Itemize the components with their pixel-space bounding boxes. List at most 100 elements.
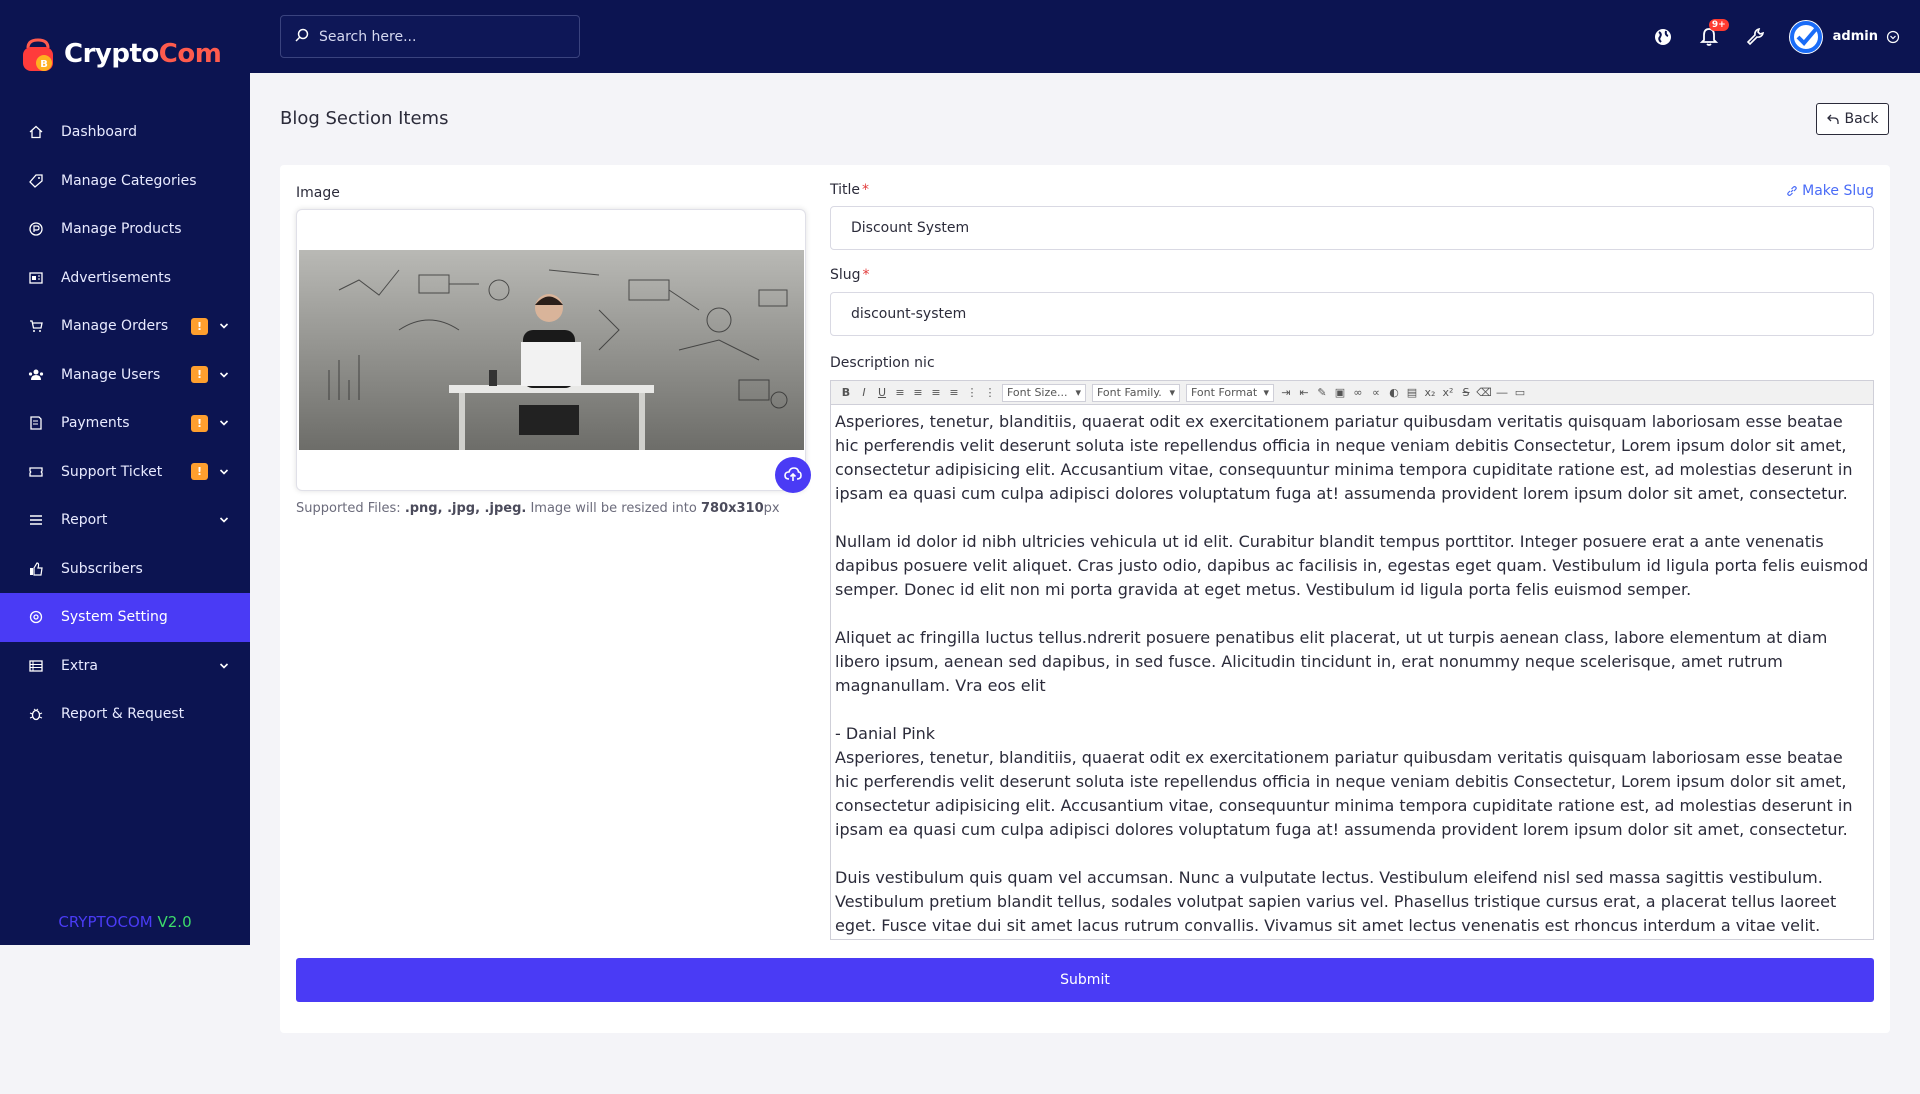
- font-family-select[interactable]: Font Family. ▾: [1092, 383, 1180, 402]
- bell-icon[interactable]: 9+: [1697, 18, 1729, 49]
- superscript-icon[interactable]: x²: [1439, 384, 1457, 402]
- sidebar-item-label: Subscribers: [61, 560, 143, 577]
- back-arrow-icon: [1826, 113, 1839, 125]
- submit-button[interactable]: Submit: [296, 958, 1874, 1002]
- sidebar-item-subscribers[interactable]: Subscribers: [0, 545, 250, 594]
- description-paragraph: Aliquet ac fringilla luctus tellus.ndrer…: [835, 628, 1828, 695]
- unordered-list-icon[interactable]: ⋮: [981, 384, 999, 402]
- sidebar-item-advertisements[interactable]: Advertisements: [0, 254, 250, 303]
- chevron-down-icon[interactable]: [218, 660, 230, 672]
- remove-format-icon[interactable]: ⌫: [1475, 384, 1493, 402]
- sidebar-nav: Dashboard Manage Categories Manage Product…: [0, 108, 250, 739]
- back-button-label: Back: [1844, 111, 1879, 127]
- bold-icon[interactable]: B: [837, 384, 855, 402]
- chevron-down-icon[interactable]: [218, 466, 230, 478]
- chevron-down-icon[interactable]: [1886, 30, 1900, 44]
- topbar: 9+ admin: [250, 0, 1920, 73]
- sidebar-item-report-and-request[interactable]: Report & Request: [0, 690, 250, 739]
- image-preview-picture: [299, 250, 804, 450]
- alert-badge: !: [191, 366, 208, 384]
- wrench-icon[interactable]: [1743, 25, 1767, 49]
- sidebar-item-label: Manage Products: [61, 221, 182, 238]
- sidebar-item-label: Support Ticket: [61, 463, 163, 480]
- image-preview[interactable]: [296, 209, 806, 491]
- color-icon[interactable]: ◐: [1385, 384, 1403, 402]
- sidebar-item-system-setting[interactable]: System Setting: [0, 593, 250, 642]
- sidebar: B CryptoCom Dashboard Manage Categories Ma…: [0, 0, 250, 945]
- upload-icon[interactable]: [775, 457, 811, 493]
- back-button[interactable]: Back: [1816, 103, 1889, 135]
- brand-name: CryptoCom: [64, 39, 222, 69]
- payment-icon: [28, 415, 44, 431]
- slug-input[interactable]: [830, 292, 1874, 336]
- description-editor[interactable]: B I U ≡ ≡ ≡ ≡ ⋮ ⋮ Font Size... ▾ Font Fam…: [830, 380, 1874, 940]
- description-label: Description nic: [830, 355, 935, 371]
- cart-icon: [28, 318, 44, 334]
- topbar-actions: 9+ admin: [1629, 0, 1900, 73]
- make-slug-link[interactable]: Make Slug: [1786, 183, 1874, 199]
- avatar[interactable]: [1788, 19, 1823, 54]
- svg-text:B: B: [40, 59, 48, 70]
- align-right-icon[interactable]: ≡: [927, 384, 945, 402]
- link-icon: [1786, 185, 1798, 197]
- font-size-select[interactable]: Font Size... ▾: [1002, 383, 1086, 402]
- font-format-select[interactable]: Font Format ▾: [1186, 383, 1274, 402]
- underline-icon[interactable]: U: [873, 384, 891, 402]
- align-justify-icon[interactable]: ≡: [945, 384, 963, 402]
- version-label: CRYPTOCOM V2.0: [58, 913, 192, 931]
- indent-icon[interactable]: ⇥: [1277, 384, 1295, 402]
- sidebar-item-dashboard[interactable]: Dashboard: [0, 108, 250, 157]
- title-label: Title *: [830, 182, 870, 198]
- edit-icon[interactable]: ✎: [1313, 384, 1331, 402]
- page-title: Blog Section Items: [280, 108, 449, 129]
- italic-icon[interactable]: I: [855, 384, 873, 402]
- title-input[interactable]: [830, 206, 1874, 250]
- sidebar-item-label: Extra: [61, 657, 98, 674]
- notification-badge: 9+: [1708, 18, 1729, 31]
- sidebar-item-label: Manage Users: [61, 366, 161, 383]
- admin-username[interactable]: admin: [1833, 29, 1878, 44]
- sidebar-item-extra[interactable]: Extra: [0, 642, 250, 691]
- chevron-down-icon[interactable]: [218, 417, 230, 429]
- horizontal-rule-icon[interactable]: ―: [1493, 384, 1511, 402]
- editor-toolbar: B I U ≡ ≡ ≡ ≡ ⋮ ⋮ Font Size... ▾ Font Fam…: [831, 381, 1873, 405]
- sidebar-item-label: Manage Orders: [61, 318, 169, 335]
- align-center-icon[interactable]: ≡: [909, 384, 927, 402]
- code-icon[interactable]: ▭: [1511, 384, 1529, 402]
- sidebar-item-manage-orders[interactable]: Manage Orders!: [0, 302, 250, 351]
- subscript-icon[interactable]: x₂: [1421, 384, 1439, 402]
- image-icon[interactable]: ▣: [1331, 384, 1349, 402]
- sidebar-item-report[interactable]: Report: [0, 496, 250, 545]
- description-paragraph: Asperiores, tenetur, blanditiis, quaerat…: [835, 748, 1853, 839]
- ticket-icon: [28, 464, 44, 480]
- strikethrough-icon[interactable]: S: [1457, 384, 1475, 402]
- slug-label: Slug *: [830, 267, 870, 283]
- search-input[interactable]: [319, 28, 559, 45]
- globe-icon[interactable]: [1651, 25, 1675, 49]
- sidebar-item-label: Report: [61, 512, 108, 529]
- sidebar-item-payments[interactable]: Payments!: [0, 399, 250, 448]
- unlink-icon[interactable]: ∝: [1367, 384, 1385, 402]
- chevron-down-icon[interactable]: [218, 320, 230, 332]
- chevron-down-icon[interactable]: [218, 369, 230, 381]
- html-icon[interactable]: ▤: [1403, 384, 1421, 402]
- link-insert-icon[interactable]: ∞: [1349, 384, 1367, 402]
- editor-content[interactable]: Asperiores, tenetur, blanditiis, quaerat…: [831, 405, 1873, 939]
- sidebar-item-manage-products[interactable]: Manage Products: [0, 205, 250, 254]
- brand[interactable]: B CryptoCom: [0, 0, 250, 108]
- thumbs-up-icon: [28, 561, 44, 577]
- sidebar-item-support-ticket[interactable]: Support Ticket!: [0, 448, 250, 497]
- ad-icon: [28, 270, 44, 286]
- sidebar-item-manage-categories[interactable]: Manage Categories: [0, 157, 250, 206]
- sidebar-item-manage-users[interactable]: Manage Users!: [0, 351, 250, 400]
- outdent-icon[interactable]: ⇤: [1295, 384, 1313, 402]
- chevron-down-icon[interactable]: [218, 514, 230, 526]
- users-icon: [28, 367, 44, 383]
- image-help-text: Supported Files: .png, .jpg, .jpeg. Imag…: [296, 501, 780, 516]
- search-box: [280, 15, 580, 58]
- align-left-icon[interactable]: ≡: [891, 384, 909, 402]
- ordered-list-icon[interactable]: ⋮: [963, 384, 981, 402]
- tag-icon: [28, 173, 44, 189]
- sidebar-item-label: Manage Categories: [61, 172, 197, 189]
- alert-badge: !: [191, 317, 208, 335]
